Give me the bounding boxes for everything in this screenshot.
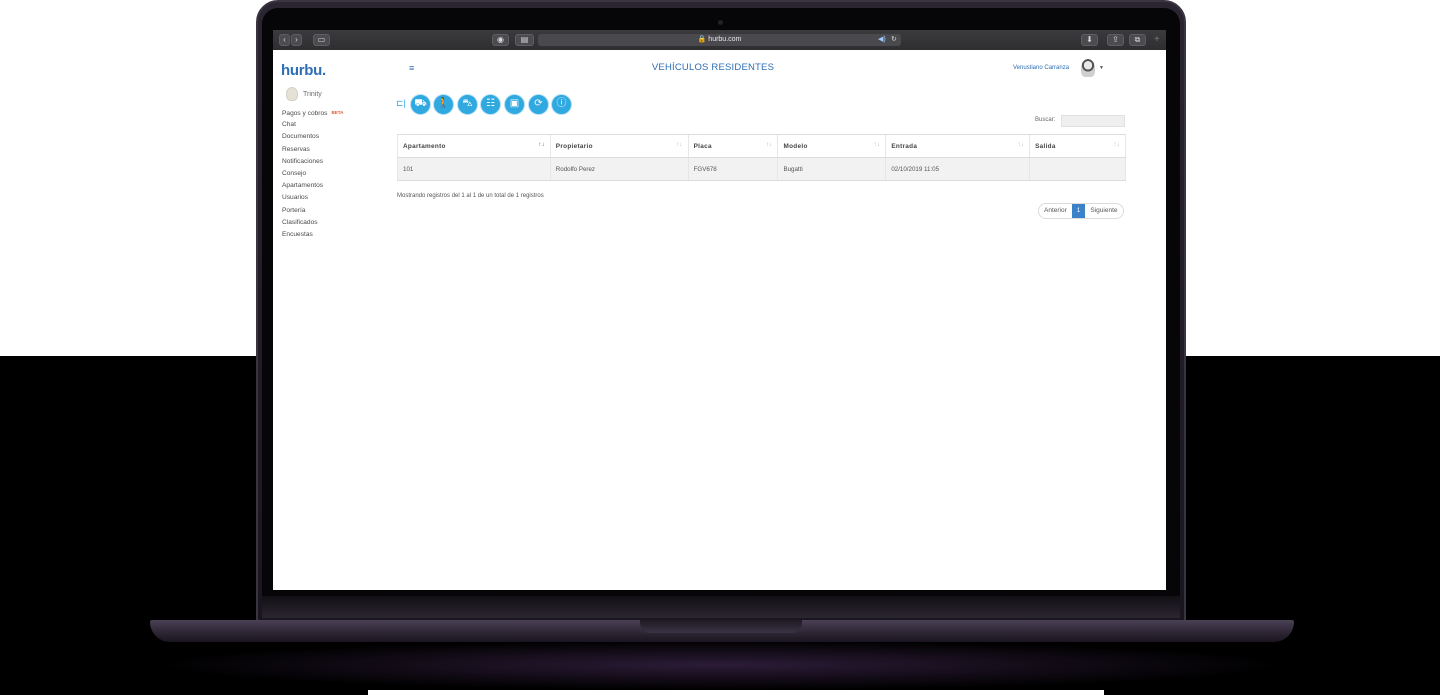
camera xyxy=(718,20,723,25)
floor xyxy=(368,690,1104,695)
address-bar[interactable]: 🔒 hurbu.com ◀) ↻ xyxy=(538,34,901,46)
column-salida[interactable]: Salida ↑↓ xyxy=(1029,134,1126,158)
sort-asc-icon[interactable]: ↑↓ xyxy=(538,142,545,148)
back-icon[interactable]: ‹ xyxy=(279,34,290,46)
cell-propietario: Rodolfo Perez xyxy=(549,157,689,181)
sidebar-item-reservas[interactable]: Reservas xyxy=(282,144,343,156)
building-name[interactable]: Trinity xyxy=(303,91,322,98)
beta-badge: BETA xyxy=(331,110,344,115)
laptop-shadow xyxy=(150,640,1290,690)
parking-card-icon[interactable]: ▣ xyxy=(504,94,525,115)
group-icon[interactable]: ☷ xyxy=(480,94,501,115)
sidebar-item-documentos[interactable]: Documentos xyxy=(282,131,343,143)
sidebar-item-consejo[interactable]: Consejo xyxy=(282,168,343,180)
vehicle-history-icon[interactable]: ⟳ xyxy=(528,94,549,115)
cell-apartamento: 101 xyxy=(397,157,551,181)
sort-icon[interactable]: ↑↓ xyxy=(874,142,881,148)
search-label: Buscar: xyxy=(1035,117,1056,123)
laptop-notch xyxy=(640,620,802,633)
table-header-row: Apartamento ↑↓ Propietario ↑↓ Placa ↑↓ Mode… xyxy=(397,134,1126,158)
tabs-icon[interactable]: ⧉ xyxy=(1129,34,1146,46)
laptop-hinge xyxy=(262,596,1180,618)
car-icon[interactable]: ⛟ xyxy=(410,94,431,115)
logo[interactable]: hurbu. xyxy=(281,62,326,79)
page-title: VEHÍCULOS RESIDENTES xyxy=(651,62,775,73)
tabs-overview-icon[interactable]: ▤ xyxy=(515,34,534,46)
reload-icon[interactable]: ↻ xyxy=(891,34,897,46)
info-icon[interactable]: ⓘ xyxy=(551,94,572,115)
cell-salida xyxy=(1029,157,1126,181)
column-propietario[interactable]: Propietario ↑↓ xyxy=(549,134,689,158)
privacy-icon[interactable]: ◉ xyxy=(492,34,509,46)
user-name[interactable]: Venustiano Carranza xyxy=(1013,65,1069,71)
audio-icon[interactable]: ◀) xyxy=(878,34,886,46)
chevron-down-icon[interactable]: ▼ xyxy=(1099,65,1104,71)
building-avatar xyxy=(286,87,298,101)
menu-icon[interactable]: ≡ xyxy=(409,63,414,73)
sidebar-item-clasificados[interactable]: Clasificados xyxy=(282,217,343,229)
url-text: 🔒 hurbu.com xyxy=(697,36,742,43)
sidebar-item-notificaciones[interactable]: Notificaciones xyxy=(282,156,343,168)
sidebar-nav: Pagos y cobros BETA Chat Documentos Reser… xyxy=(282,107,343,241)
cell-entrada: 02/10/2019 11:05 xyxy=(885,157,1030,181)
table-row[interactable]: 101 Rodolfo Perez FGV678 Bugatti 02/10/2… xyxy=(397,157,1126,181)
column-modelo[interactable]: Modelo ↑↓ xyxy=(777,134,886,158)
sidebar-item-apartamentos[interactable]: Apartamentos xyxy=(282,180,343,192)
sort-icon[interactable]: ↑↓ xyxy=(766,142,773,148)
cell-modelo: Bugatti xyxy=(777,157,886,181)
download-icon[interactable]: ⬇ xyxy=(1081,34,1098,46)
pagination: Anterior 1 Siguiente xyxy=(1038,203,1124,219)
share-icon[interactable]: ⇪ xyxy=(1107,34,1124,46)
page-1-button[interactable]: 1 xyxy=(1071,204,1086,218)
prev-button[interactable]: Anterior xyxy=(1039,204,1072,218)
next-button[interactable]: Siguiente xyxy=(1085,204,1122,218)
car-pass-icon[interactable]: ⛍ xyxy=(457,94,478,115)
column-placa[interactable]: Placa ↑↓ xyxy=(687,134,778,158)
column-apartamento[interactable]: Apartamento ↑↓ xyxy=(397,134,551,158)
column-entrada[interactable]: Entrada ↑↓ xyxy=(885,134,1030,158)
records-info: Mostrando registros del 1 al 1 de un tot… xyxy=(397,193,544,199)
pedestrian-icon[interactable]: 🚶 xyxy=(433,94,454,115)
sidebar-item-porteria[interactable]: Portería xyxy=(282,205,343,217)
new-tab-icon[interactable]: + xyxy=(1154,35,1160,45)
sidebar-item-usuarios[interactable]: Usuarios xyxy=(282,192,343,204)
search-input[interactable] xyxy=(1061,115,1125,127)
browser-toolbar: ‹ › ▭ ◉ ▤ 🔒 hurbu.com ◀) ↻ ⬇ ⇪ ⧉ + xyxy=(273,30,1166,50)
sidebar-item-pagos[interactable]: Pagos y cobros BETA xyxy=(282,107,343,119)
screen: ‹ › ▭ ◉ ▤ 🔒 hurbu.com ◀) ↻ ⬇ ⇪ ⧉ + hurbu… xyxy=(273,30,1166,590)
sort-icon[interactable]: ↑↓ xyxy=(676,142,683,148)
avatar[interactable] xyxy=(1081,59,1095,77)
sidebar-toggle-icon[interactable]: ▭ xyxy=(313,34,330,46)
vehicles-table: Apartamento ↑↓ Propietario ↑↓ Placa ↑↓ Mode… xyxy=(397,134,1126,181)
sidebar-item-encuestas[interactable]: Encuestas xyxy=(282,229,343,241)
door-icon[interactable]: ⊏| xyxy=(396,97,409,109)
sidebar-item-chat[interactable]: Chat xyxy=(282,119,343,131)
cell-placa: FGV678 xyxy=(687,157,778,181)
forward-icon[interactable]: › xyxy=(291,34,302,46)
sort-icon[interactable]: ↑↓ xyxy=(1113,142,1120,148)
sort-icon[interactable]: ↑↓ xyxy=(1018,142,1025,148)
